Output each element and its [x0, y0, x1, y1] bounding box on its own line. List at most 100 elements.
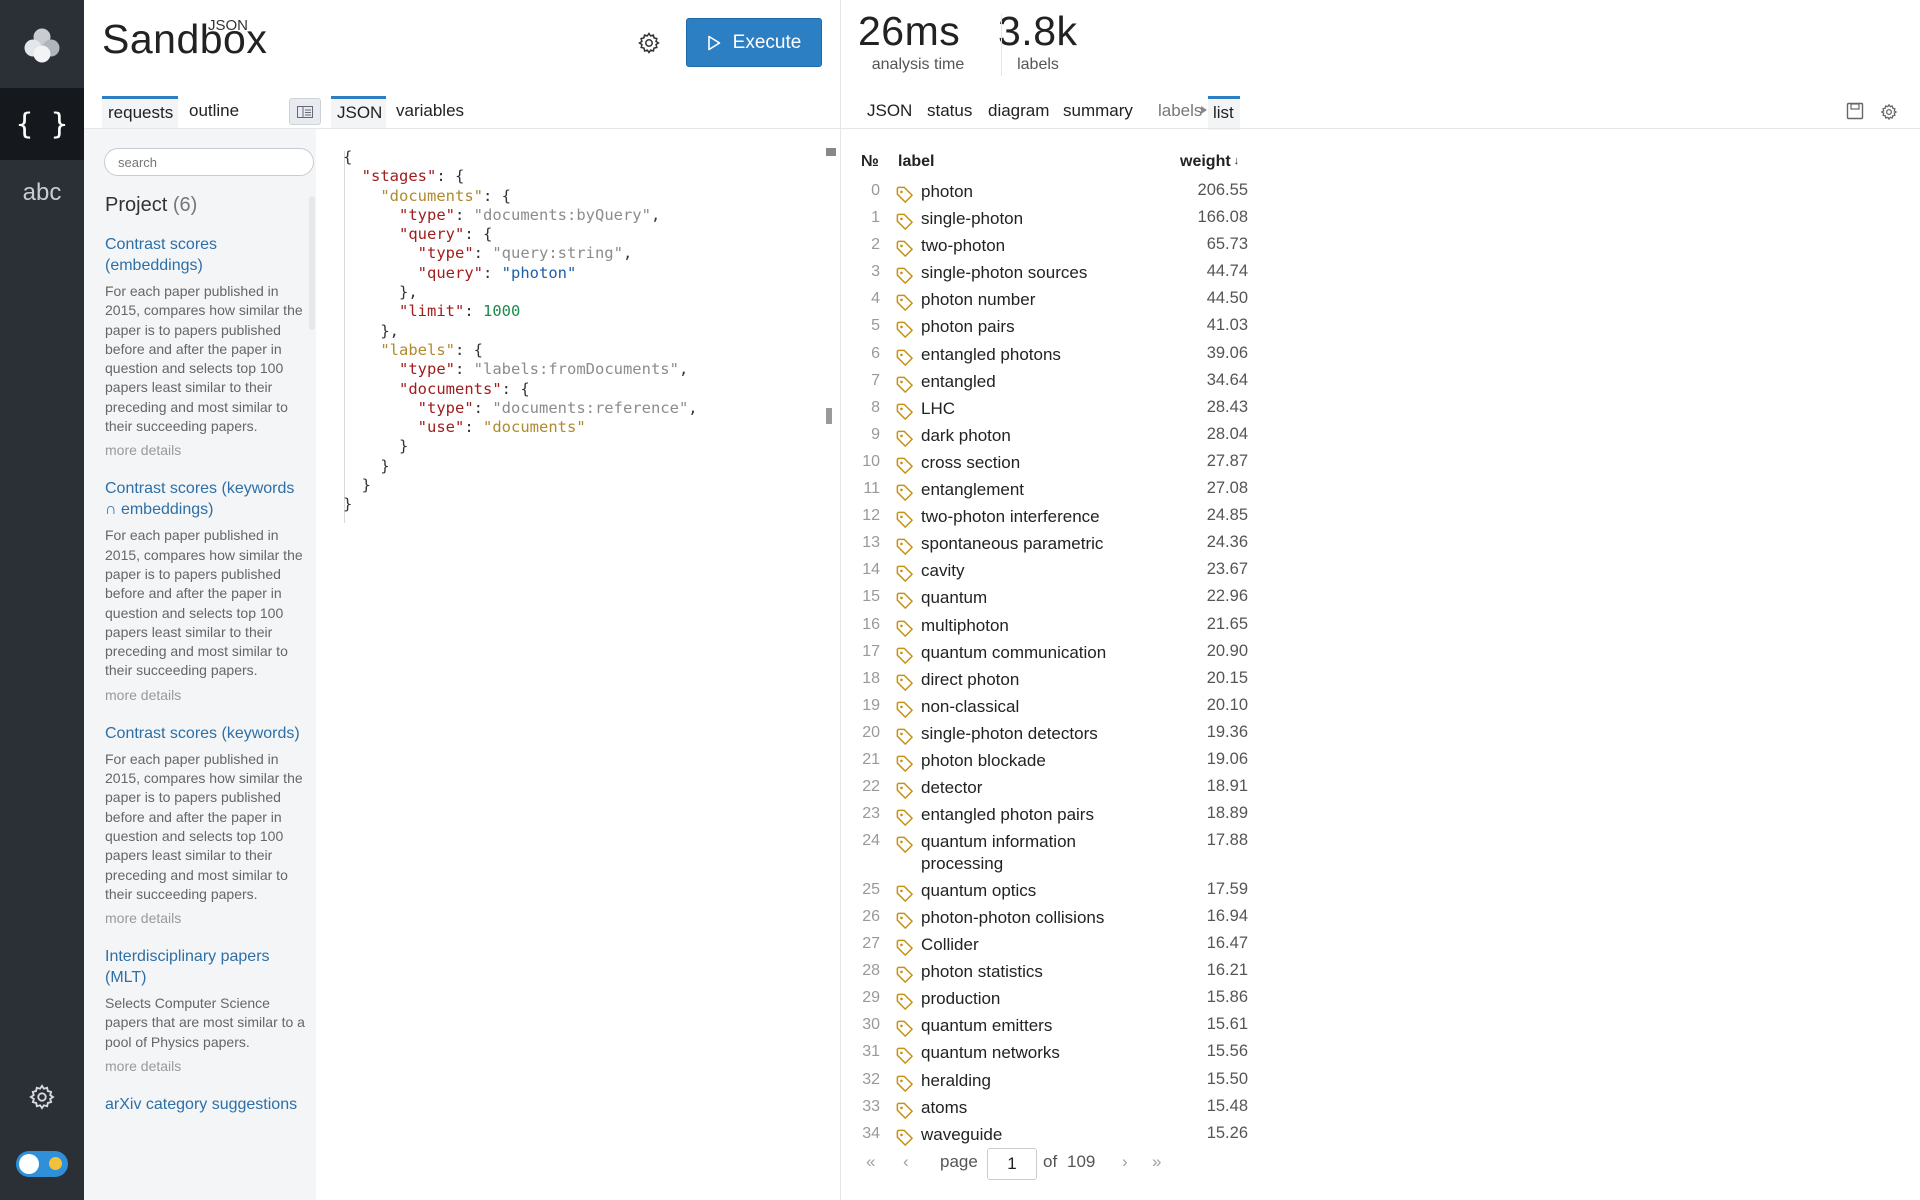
table-row[interactable]: 2 two-photon 65.73: [858, 234, 1258, 261]
table-row[interactable]: 20 single-photon detectors 19.36: [858, 722, 1258, 749]
abc-icon[interactable]: abc: [0, 160, 84, 226]
tab-outline[interactable]: outline: [189, 96, 259, 130]
last-page-icon[interactable]: »: [1152, 1152, 1161, 1172]
table-row[interactable]: 1 single-photon 166.08: [858, 207, 1258, 234]
table-row[interactable]: 22 detector 18.91: [858, 776, 1258, 803]
row-label[interactable]: two-photon interference: [921, 506, 1141, 528]
row-label[interactable]: entangled photon pairs: [921, 804, 1141, 826]
tab-diagram[interactable]: diagram: [988, 96, 1049, 130]
tab-status[interactable]: status: [927, 96, 972, 130]
column-header-no[interactable]: №: [861, 153, 879, 171]
row-label[interactable]: entangled: [921, 371, 1141, 393]
table-row[interactable]: 23 entangled photon pairs 18.89: [858, 803, 1258, 830]
pane-divider[interactable]: [840, 0, 841, 1200]
execute-button[interactable]: Execute: [686, 18, 822, 67]
row-label[interactable]: photon-photon collisions: [921, 907, 1141, 929]
row-label[interactable]: quantum communication: [921, 642, 1141, 664]
row-label[interactable]: photon number: [921, 289, 1141, 311]
column-header-label[interactable]: label: [898, 153, 934, 171]
save-icon[interactable]: [1846, 102, 1864, 120]
left-scrollbar[interactable]: [309, 196, 315, 330]
table-row[interactable]: 5 photon pairs 41.03: [858, 315, 1258, 342]
request-title[interactable]: Contrast scores (keywords): [105, 723, 308, 744]
table-row[interactable]: 15 quantum 22.96: [858, 586, 1258, 613]
table-row[interactable]: 24 quantum information processing 17.88: [858, 830, 1258, 879]
table-row[interactable]: 29 production 15.86: [858, 987, 1258, 1014]
row-label[interactable]: single-photon: [921, 208, 1141, 230]
table-row[interactable]: 0 photon 206.55: [858, 180, 1258, 207]
more-details-link[interactable]: more details: [105, 442, 308, 458]
tab-result-json[interactable]: JSON: [867, 96, 912, 130]
tab-json[interactable]: JSON: [331, 96, 386, 130]
more-details-link[interactable]: more details: [105, 687, 308, 703]
table-row[interactable]: 3 single-photon sources 44.74: [858, 261, 1258, 288]
table-row[interactable]: 12 two-photon interference 24.85: [858, 505, 1258, 532]
row-label[interactable]: quantum: [921, 587, 1141, 609]
row-label[interactable]: quantum networks: [921, 1042, 1141, 1064]
table-row[interactable]: 34 waveguide 15.26: [858, 1123, 1258, 1150]
table-row[interactable]: 33 atoms 15.48: [858, 1096, 1258, 1123]
settings-gear-icon[interactable]: [637, 31, 661, 55]
row-label[interactable]: direct photon: [921, 669, 1141, 691]
table-row[interactable]: 27 Collider 16.47: [858, 933, 1258, 960]
table-row[interactable]: 9 dark photon 28.04: [858, 424, 1258, 451]
json-code[interactable]: { "stages": { "documents": { "type": "do…: [343, 148, 823, 515]
result-settings-gear-icon[interactable]: [1880, 103, 1898, 121]
row-label[interactable]: two-photon: [921, 235, 1141, 257]
table-row[interactable]: 30 quantum emitters 15.61: [858, 1014, 1258, 1041]
row-label[interactable]: entanglement: [921, 479, 1141, 501]
request-title[interactable]: Contrast scores (keywords ∩ embeddings): [105, 478, 308, 520]
table-row[interactable]: 13 spontaneous parametric 24.36: [858, 532, 1258, 559]
search-input[interactable]: [104, 148, 314, 176]
row-label[interactable]: atoms: [921, 1097, 1141, 1119]
page-input[interactable]: [987, 1148, 1037, 1180]
table-row[interactable]: 14 cavity 23.67: [858, 559, 1258, 586]
tab-list[interactable]: list: [1208, 96, 1240, 130]
tab-labels[interactable]: labels: [1158, 96, 1202, 130]
row-label[interactable]: photon: [921, 181, 1141, 203]
row-label[interactable]: quantum information processing: [921, 831, 1141, 874]
table-row[interactable]: 25 quantum optics 17.59: [858, 879, 1258, 906]
tab-variables[interactable]: variables: [396, 96, 476, 130]
row-label[interactable]: quantum emitters: [921, 1015, 1141, 1037]
theme-toggle[interactable]: [0, 1144, 84, 1184]
table-row[interactable]: 26 photon-photon collisions 16.94: [858, 906, 1258, 933]
row-label[interactable]: cavity: [921, 560, 1141, 582]
row-label[interactable]: entangled photons: [921, 344, 1141, 366]
table-row[interactable]: 32 heralding 15.50: [858, 1069, 1258, 1096]
row-label[interactable]: photon pairs: [921, 316, 1141, 338]
table-row[interactable]: 19 non-classical 20.10: [858, 695, 1258, 722]
row-label[interactable]: single-photon detectors: [921, 723, 1141, 745]
row-label[interactable]: production: [921, 988, 1141, 1010]
table-row[interactable]: 8 LHC 28.43: [858, 397, 1258, 424]
json-editor[interactable]: { "stages": { "documents": { "type": "do…: [331, 129, 824, 1200]
tab-summary[interactable]: summary: [1063, 96, 1133, 130]
row-label[interactable]: Collider: [921, 934, 1141, 956]
row-label[interactable]: quantum optics: [921, 880, 1141, 902]
table-row[interactable]: 6 entangled photons 39.06: [858, 343, 1258, 370]
row-label[interactable]: LHC: [921, 398, 1141, 420]
editor-scroll-thumb[interactable]: [826, 408, 832, 424]
tab-requests[interactable]: requests: [102, 96, 178, 130]
next-page-icon[interactable]: ›: [1122, 1152, 1128, 1172]
table-row[interactable]: 31 quantum networks 15.56: [858, 1041, 1258, 1068]
row-label[interactable]: detector: [921, 777, 1141, 799]
editor-scroll-marker[interactable]: [826, 148, 836, 156]
row-label[interactable]: spontaneous parametric: [921, 533, 1141, 555]
table-row[interactable]: 21 photon blockade 19.06: [858, 749, 1258, 776]
table-row[interactable]: 10 cross section 27.87: [858, 451, 1258, 478]
more-details-link[interactable]: more details: [105, 1058, 308, 1074]
gear-icon[interactable]: [0, 1072, 84, 1122]
first-page-icon[interactable]: «: [866, 1152, 875, 1172]
row-label[interactable]: cross section: [921, 452, 1141, 474]
row-label[interactable]: heralding: [921, 1070, 1141, 1092]
table-row[interactable]: 11 entanglement 27.08: [858, 478, 1258, 505]
row-label[interactable]: dark photon: [921, 425, 1141, 447]
request-title[interactable]: arXiv category suggestions: [105, 1094, 308, 1115]
row-label[interactable]: non-classical: [921, 696, 1141, 718]
table-row[interactable]: 28 photon statistics 16.21: [858, 960, 1258, 987]
request-title[interactable]: Interdisciplinary papers (MLT): [105, 946, 308, 988]
prev-page-icon[interactable]: ‹: [903, 1152, 909, 1172]
row-label[interactable]: single-photon sources: [921, 262, 1141, 284]
row-label[interactable]: multiphoton: [921, 615, 1141, 637]
